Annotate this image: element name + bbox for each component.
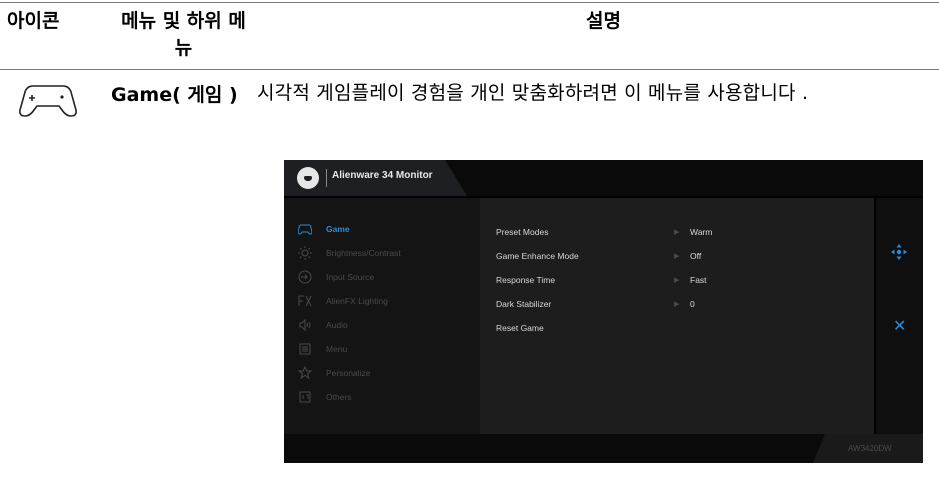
setting-game-enhance-mode-value: Off	[690, 251, 702, 261]
close-icon[interactable]: ✕	[893, 318, 906, 334]
navigate-icon[interactable]	[891, 244, 907, 260]
osd-screen: Alienware 34 Monitor AW3420DW Game Brigh…	[284, 160, 923, 463]
gamepad-icon	[19, 85, 77, 117]
star-icon	[298, 366, 312, 380]
osd-model: AW3420DW	[848, 444, 892, 453]
header-rule	[0, 69, 939, 70]
row-description: 시각적 게임플레이 경험을 개인 맞춤화하려면 이 메뉴를 사용합니다 .	[257, 82, 809, 104]
header-description: 설명	[586, 10, 621, 32]
setting-preset-modes[interactable]: Preset Modes	[496, 227, 548, 237]
setting-response-time-value: Fast	[690, 275, 707, 285]
setting-reset-game[interactable]: Reset Game	[496, 323, 544, 333]
osd-menu-label: Personalize	[326, 368, 371, 378]
fx-icon	[298, 295, 312, 307]
alienware-logo-icon	[297, 167, 319, 189]
input-source-icon	[298, 270, 312, 284]
brightness-icon	[298, 246, 312, 260]
osd-menu-label: Brightness/Contrast	[326, 248, 401, 258]
others-icon	[299, 391, 311, 403]
osd-menu-label: Others	[326, 392, 352, 402]
osd-menu-label: Game	[326, 224, 350, 234]
setting-response-time[interactable]: Response Time	[496, 275, 555, 285]
arrow-right-icon: ▶	[674, 300, 680, 308]
osd-menu-label: Menu	[326, 344, 348, 354]
header-menu: 메뉴 및 하위 메뉴	[121, 10, 246, 59]
arrow-right-icon: ▶	[674, 276, 680, 284]
osd-menu-label: AlienFX Lighting	[326, 296, 388, 306]
setting-dark-stabilizer[interactable]: Dark Stabilizer	[496, 299, 551, 309]
setting-dark-stabilizer-value: 0	[690, 299, 695, 309]
osd-title-divider	[326, 169, 327, 187]
top-rule	[0, 2, 939, 3]
osd-menu-label: Audio	[326, 320, 348, 330]
arrow-right-icon: ▶	[674, 228, 680, 236]
gamepad-icon	[298, 224, 312, 235]
osd-menu-label: Input Source	[326, 272, 375, 282]
arrow-right-icon: ▶	[674, 252, 680, 260]
speaker-icon	[299, 318, 311, 332]
osd-menu-panel	[284, 198, 480, 434]
setting-game-enhance-mode[interactable]: Game Enhance Mode	[496, 251, 579, 261]
osd-title: Alienware 34 Monitor	[332, 170, 433, 181]
menu-icon	[299, 343, 311, 355]
header-icon: 아이콘	[7, 10, 60, 32]
row-menu-name: Game( 게임 )	[111, 84, 238, 106]
setting-preset-modes-value: Warm	[690, 227, 713, 237]
